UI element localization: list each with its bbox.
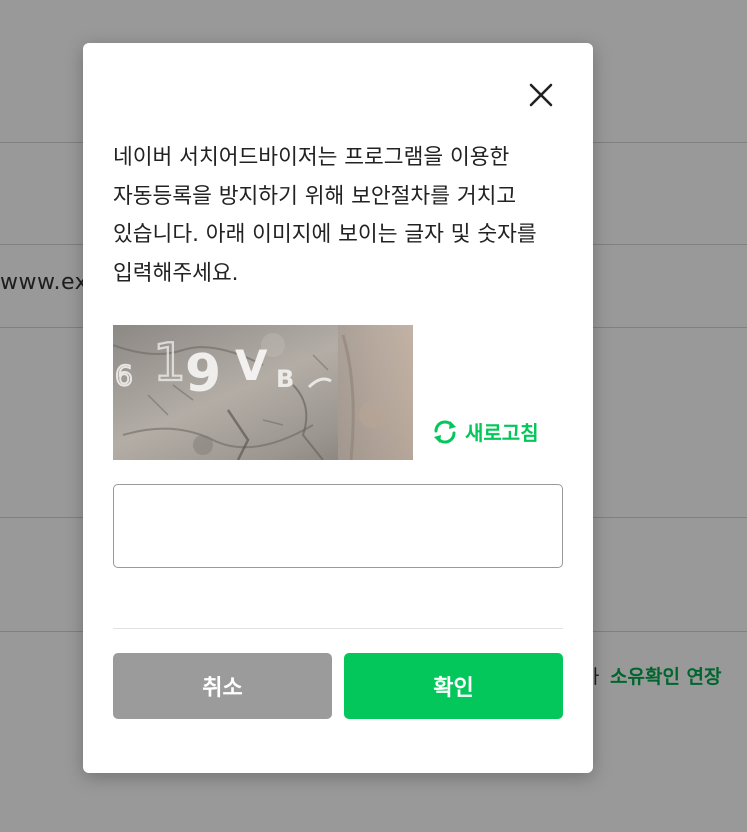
svg-text:1: 1 (153, 333, 186, 393)
close-button[interactable] (527, 81, 555, 109)
refresh-icon (434, 419, 456, 444)
captcha-message: 네이버 서치어드바이저는 프로그램을 이용한 자동등록을 방지하기 위해 보안절… (113, 145, 537, 286)
confirm-button[interactable]: 확인 (344, 653, 563, 719)
cancel-button[interactable]: 취소 (113, 653, 332, 719)
svg-text:6: 6 (115, 359, 133, 392)
captcha-image: 6 1 9 V B (113, 325, 413, 460)
dialog-divider (113, 628, 563, 629)
captcha-answer-input[interactable] (113, 484, 563, 568)
svg-text:V: V (235, 341, 268, 390)
refresh-label: 새로고침 (465, 421, 539, 445)
svg-text:9: 9 (185, 344, 221, 404)
captcha-dialog: 네이버 서치어드바이저는 프로그램을 이용한 자동등록을 방지하기 위해 보안절… (83, 43, 593, 773)
svg-text:B: B (276, 365, 294, 393)
refresh-captcha-button[interactable]: 새로고침 (431, 417, 539, 446)
close-icon (529, 83, 553, 107)
